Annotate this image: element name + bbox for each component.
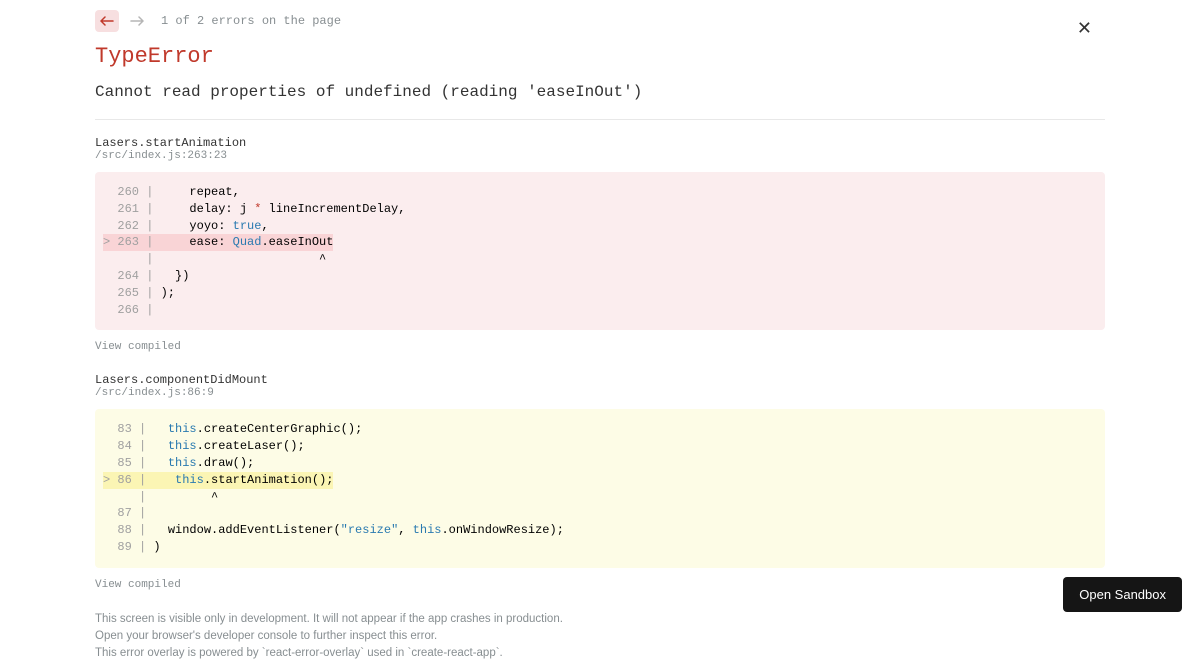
prev-error-button[interactable] xyxy=(95,10,119,32)
code-line: > 263 | ease: Quad.easeInOut xyxy=(103,234,1097,251)
code-line: > 86 | this.startAnimation(); xyxy=(103,472,1097,489)
close-button[interactable]: ✕ xyxy=(1077,18,1092,39)
error-count: 1 of 2 errors on the page xyxy=(161,14,341,28)
view-compiled-link[interactable]: View compiled xyxy=(95,579,181,591)
code-line: 83 | this.createCenterGraphic(); xyxy=(103,421,1097,438)
arrow-right-icon xyxy=(130,16,144,26)
footer-note: This screen is visible only in developme… xyxy=(95,611,1105,663)
code-line: 265 | ); xyxy=(103,285,1097,302)
error-type: TypeError xyxy=(95,44,1105,69)
error-nav: 1 of 2 errors on the page xyxy=(95,10,1105,32)
code-line: 84 | this.createLaser(); xyxy=(103,438,1097,455)
code-block: 83 | this.createCenterGraphic(); 84 | th… xyxy=(95,409,1105,567)
next-error-button[interactable] xyxy=(125,10,149,32)
open-sandbox-button[interactable]: Open Sandbox xyxy=(1063,577,1182,612)
code-line: 85 | this.draw(); xyxy=(103,455,1097,472)
stack-frame: Lasers.componentDidMount/src/index.js:86… xyxy=(95,373,1105,610)
error-message: Cannot read properties of undefined (rea… xyxy=(95,83,1105,101)
stack-location: /src/index.js:263:23 xyxy=(95,150,1105,162)
footer-line: This error overlay is powered by `react-… xyxy=(95,645,1105,662)
code-line: 89 | ) xyxy=(103,539,1097,556)
stack-location: /src/index.js:86:9 xyxy=(95,387,1105,399)
footer-line: Open your browser's developer console to… xyxy=(95,628,1105,645)
code-line: 264 | }) xyxy=(103,268,1097,285)
code-line: 260 | repeat, xyxy=(103,184,1097,201)
code-line: 261 | delay: j * lineIncrementDelay, xyxy=(103,201,1097,218)
arrow-left-icon xyxy=(100,16,114,26)
code-block: 260 | repeat, 261 | delay: j * lineIncre… xyxy=(95,172,1105,330)
view-compiled-link[interactable]: View compiled xyxy=(95,341,181,353)
code-line: | ^ xyxy=(103,251,1097,268)
code-line: | ^ xyxy=(103,489,1097,506)
stack-frame: Lasers.startAnimation/src/index.js:263:2… xyxy=(95,136,1105,373)
code-line: 262 | yoyo: true, xyxy=(103,218,1097,235)
stack-function: Lasers.componentDidMount xyxy=(95,373,1105,387)
stack-function: Lasers.startAnimation xyxy=(95,136,1105,150)
footer-line: This screen is visible only in developme… xyxy=(95,611,1105,628)
code-line: 266 | xyxy=(103,302,1097,319)
code-line: 87 | xyxy=(103,505,1097,522)
code-line: 88 | window.addEventListener("resize", t… xyxy=(103,522,1097,539)
close-icon: ✕ xyxy=(1077,18,1092,38)
divider xyxy=(95,119,1105,120)
